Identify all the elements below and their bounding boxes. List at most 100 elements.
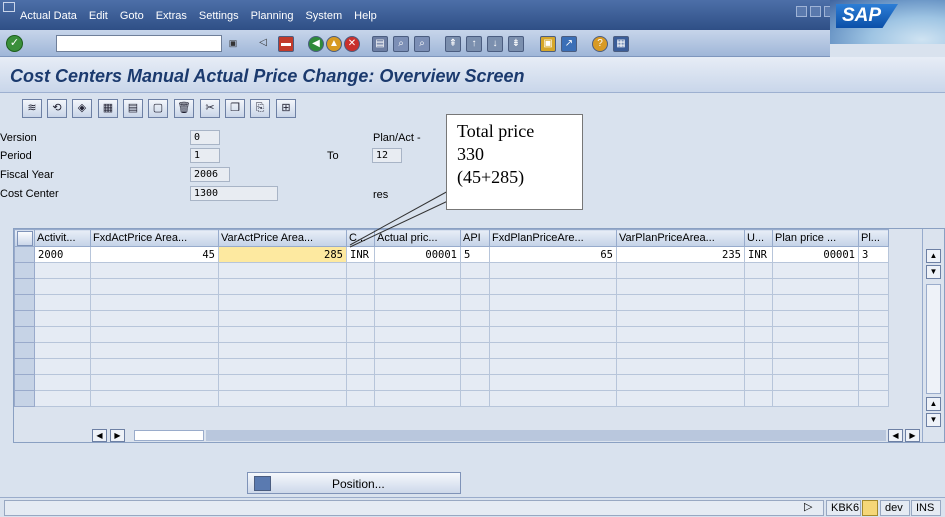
- empty-cell[interactable]: [489, 278, 617, 295]
- empty-cell[interactable]: [744, 310, 773, 327]
- command-history-icon[interactable]: ▣: [226, 36, 240, 50]
- exit-icon[interactable]: ▲: [326, 36, 342, 52]
- copy-icon[interactable]: ❐: [225, 99, 245, 118]
- scroll-up-icon[interactable]: ▼: [926, 265, 941, 279]
- empty-cell[interactable]: [460, 390, 490, 407]
- empty-cell[interactable]: [772, 390, 859, 407]
- vertical-scrollbar[interactable]: ▲ ▼ ▲ ▼: [922, 229, 944, 442]
- table-settings-icon[interactable]: [16, 230, 33, 246]
- menu-system[interactable]: System: [305, 10, 342, 22]
- col-actual-price[interactable]: Actual pric...: [374, 229, 461, 247]
- empty-cell[interactable]: [34, 358, 91, 375]
- empty-cell[interactable]: [489, 326, 617, 343]
- back-icon[interactable]: ◀: [308, 36, 324, 52]
- empty-cell[interactable]: [34, 342, 91, 359]
- empty-cell[interactable]: [90, 278, 219, 295]
- period-from-field[interactable]: 1: [190, 148, 220, 163]
- empty-cell[interactable]: [346, 374, 375, 391]
- empty-cell[interactable]: [90, 310, 219, 327]
- enter-icon[interactable]: ✓: [6, 35, 23, 52]
- empty-cell[interactable]: [34, 294, 91, 311]
- empty-cell[interactable]: [744, 342, 773, 359]
- empty-cell[interactable]: [489, 294, 617, 311]
- cell-plan-indicator[interactable]: 3: [858, 246, 889, 263]
- empty-cell[interactable]: [90, 262, 219, 279]
- empty-cell[interactable]: [374, 390, 461, 407]
- empty-cell[interactable]: [346, 342, 375, 359]
- empty-cell[interactable]: [34, 390, 91, 407]
- fiscal-year-field[interactable]: 2006: [190, 167, 230, 182]
- col-unit[interactable]: U...: [744, 229, 773, 247]
- cell-var-act-price[interactable]: 285: [218, 246, 347, 263]
- scroll-left-end-icon[interactable]: ◀: [888, 429, 903, 442]
- cell-api[interactable]: 5: [460, 246, 490, 263]
- session-icon[interactable]: [862, 500, 878, 516]
- cell-fxd-plan-price[interactable]: 65: [489, 246, 617, 263]
- command-field[interactable]: [56, 35, 222, 52]
- empty-cell[interactable]: [858, 310, 889, 327]
- empty-cell[interactable]: [218, 278, 347, 295]
- empty-cell[interactable]: [34, 310, 91, 327]
- empty-cell[interactable]: [90, 374, 219, 391]
- minimize-icon[interactable]: [796, 6, 807, 17]
- row-selector[interactable]: [14, 246, 35, 263]
- empty-cell[interactable]: [460, 342, 490, 359]
- col-plan-price[interactable]: Plan price ...: [772, 229, 859, 247]
- empty-cell[interactable]: [744, 326, 773, 343]
- empty-cell[interactable]: [374, 310, 461, 327]
- col-var-act-price[interactable]: VarActPrice Area...: [218, 229, 347, 247]
- status-expand-icon[interactable]: ▷: [800, 500, 822, 516]
- row-selector[interactable]: [14, 390, 35, 407]
- empty-cell[interactable]: [744, 294, 773, 311]
- grid-config-cell[interactable]: [14, 229, 35, 247]
- empty-cell[interactable]: [744, 374, 773, 391]
- empty-cell[interactable]: [374, 326, 461, 343]
- empty-cell[interactable]: [346, 358, 375, 375]
- empty-cell[interactable]: [744, 278, 773, 295]
- empty-cell[interactable]: [374, 374, 461, 391]
- empty-cell[interactable]: [772, 262, 859, 279]
- empty-cell[interactable]: [489, 342, 617, 359]
- empty-cell[interactable]: [460, 358, 490, 375]
- new-session-icon[interactable]: ▣: [540, 36, 556, 52]
- scroll-down-icon[interactable]: ▲: [926, 397, 941, 411]
- scroll-bottom-icon[interactable]: ▼: [926, 413, 941, 427]
- scroll-right-icon[interactable]: ▶: [110, 429, 125, 442]
- empty-cell[interactable]: [744, 390, 773, 407]
- select-icon[interactable]: ◈: [72, 99, 92, 118]
- cell-plan-price[interactable]: 00001: [772, 246, 859, 263]
- empty-cell[interactable]: [858, 326, 889, 343]
- empty-cell[interactable]: [858, 358, 889, 375]
- empty-cell[interactable]: [34, 262, 91, 279]
- empty-cell[interactable]: [34, 326, 91, 343]
- horizontal-scroll-track[interactable]: [206, 430, 886, 441]
- empty-cell[interactable]: [460, 374, 490, 391]
- paste-icon[interactable]: ⎘: [250, 99, 270, 118]
- empty-cell[interactable]: [346, 310, 375, 327]
- empty-cell[interactable]: [772, 358, 859, 375]
- last-page-icon[interactable]: ⇟: [508, 36, 524, 52]
- menu-help[interactable]: Help: [354, 10, 377, 22]
- cell-currency[interactable]: INR: [346, 246, 375, 263]
- cell-var-plan-price[interactable]: 235: [616, 246, 745, 263]
- previous-page-icon[interactable]: ↑: [466, 36, 482, 52]
- deselect-icon[interactable]: ▢: [148, 99, 168, 118]
- empty-cell[interactable]: [772, 278, 859, 295]
- empty-cell[interactable]: [374, 294, 461, 311]
- row-selector[interactable]: [14, 310, 35, 327]
- empty-cell[interactable]: [218, 374, 347, 391]
- empty-cell[interactable]: [858, 262, 889, 279]
- empty-cell[interactable]: [616, 358, 745, 375]
- next-page-icon[interactable]: ↓: [487, 36, 503, 52]
- menu-goto[interactable]: Goto: [120, 10, 144, 22]
- cell-activity[interactable]: 2000: [34, 246, 91, 263]
- menu-planning[interactable]: Planning: [251, 10, 294, 22]
- col-var-plan-price[interactable]: VarPlanPriceArea...: [616, 229, 745, 247]
- scroll-top-icon[interactable]: ▲: [926, 249, 941, 263]
- cost-center-field[interactable]: 1300: [190, 186, 278, 201]
- save-icon[interactable]: ▬: [278, 36, 294, 52]
- empty-cell[interactable]: [772, 310, 859, 327]
- empty-cell[interactable]: [772, 342, 859, 359]
- empty-cell[interactable]: [489, 310, 617, 327]
- print-icon[interactable]: ▤: [372, 36, 388, 52]
